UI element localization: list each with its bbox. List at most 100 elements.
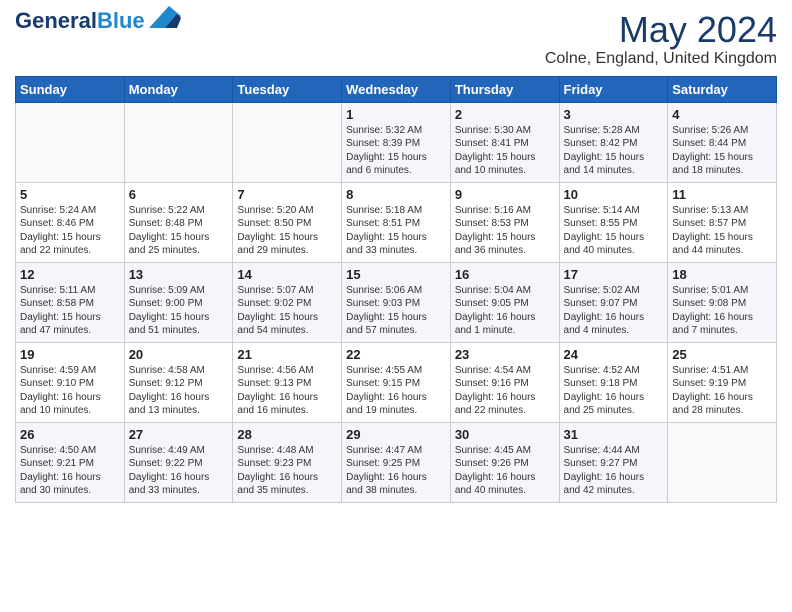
calendar-cell — [16, 102, 125, 182]
day-info: Sunrise: 4:56 AMSunset: 9:13 PMDaylight:… — [237, 364, 337, 418]
logo-text: GeneralBlue — [15, 10, 145, 32]
day-number: 1 — [346, 107, 446, 122]
calendar-week-2: 5 Sunrise: 5:24 AMSunset: 8:46 PMDaylight… — [16, 182, 777, 262]
calendar-cell: 9Sunrise: 5:16 AMSunset: 8:53 PMDaylight… — [450, 182, 559, 262]
header-row: Sunday Monday Tuesday Wednesday Thursday… — [16, 76, 777, 102]
day-number: 9 — [455, 187, 555, 202]
day-info: Sunrise: 5:04 AMSunset: 9:05 PMDaylight:… — [455, 284, 555, 338]
day-number: 24 — [564, 347, 664, 362]
col-saturday: Saturday — [668, 76, 777, 102]
calendar-cell: 27 Sunrise: 4:49 AMSunset: 9:22 PMDayligh… — [124, 422, 233, 502]
day-info: Sunrise: 4:59 AMSunset: 9:10 PMDaylight:… — [20, 364, 120, 418]
day-info: Sunrise: 4:58 AMSunset: 9:12 PMDaylight:… — [129, 364, 229, 418]
page: GeneralBlue May 2024 Colne, England, Uni… — [0, 0, 792, 518]
day-info: Sunrise: 4:51 AMSunset: 9:19 PMDaylight:… — [672, 364, 772, 418]
calendar-cell: 20Sunrise: 4:58 AMSunset: 9:12 PMDayligh… — [124, 342, 233, 422]
day-number: 5 — [20, 187, 120, 202]
day-number: 29 — [346, 427, 446, 442]
calendar-cell — [124, 102, 233, 182]
day-number: 17 — [564, 267, 664, 282]
day-info: Sunrise: 4:48 AMSunset: 9:23 PMDaylight:… — [237, 444, 337, 498]
day-info: Sunrise: 5:22 AMSunset: 8:48 PMDaylight:… — [129, 204, 229, 258]
day-number: 23 — [455, 347, 555, 362]
day-info: Sunrise: 5:20 AMSunset: 8:50 PMDaylight:… — [237, 204, 337, 258]
day-number: 28 — [237, 427, 337, 442]
day-info: Sunrise: 5:28 AMSunset: 8:42 PMDaylight:… — [564, 124, 664, 178]
calendar-cell: 16 Sunrise: 5:04 AMSunset: 9:05 PMDayligh… — [450, 262, 559, 342]
calendar-cell: 3 Sunrise: 5:28 AMSunset: 8:42 PMDaylight… — [559, 102, 668, 182]
day-number: 21 — [237, 347, 337, 362]
location: Colne, England, United Kingdom — [545, 50, 777, 68]
col-thursday: Thursday — [450, 76, 559, 102]
calendar-cell: 17 Sunrise: 5:02 AMSunset: 9:07 PMDayligh… — [559, 262, 668, 342]
day-info: Sunrise: 5:18 AMSunset: 8:51 PMDaylight:… — [346, 204, 446, 258]
calendar-cell: 6 Sunrise: 5:22 AMSunset: 8:48 PMDaylight… — [124, 182, 233, 262]
day-number: 14 — [237, 267, 337, 282]
day-info: Sunrise: 5:32 AMSunset: 8:39 PMDaylight:… — [346, 124, 446, 178]
calendar-cell: 10 Sunrise: 5:14 AMSunset: 8:55 PMDayligh… — [559, 182, 668, 262]
day-info: Sunrise: 4:49 AMSunset: 9:22 PMDaylight:… — [129, 444, 229, 498]
calendar-cell: 29 Sunrise: 4:47 AMSunset: 9:25 PMDayligh… — [342, 422, 451, 502]
day-number: 11 — [672, 187, 772, 202]
calendar-cell: 1 Sunrise: 5:32 AMSunset: 8:39 PMDaylight… — [342, 102, 451, 182]
calendar-cell — [233, 102, 342, 182]
calendar-table: Sunday Monday Tuesday Wednesday Thursday… — [15, 76, 777, 503]
calendar-cell: 25 Sunrise: 4:51 AMSunset: 9:19 PMDayligh… — [668, 342, 777, 422]
day-number: 10 — [564, 187, 664, 202]
col-friday: Friday — [559, 76, 668, 102]
calendar-cell: 2Sunrise: 5:30 AMSunset: 8:41 PMDaylight… — [450, 102, 559, 182]
day-number: 19 — [20, 347, 120, 362]
day-number: 3 — [564, 107, 664, 122]
calendar-cell: 5 Sunrise: 5:24 AMSunset: 8:46 PMDaylight… — [16, 182, 125, 262]
calendar-cell: 28 Sunrise: 4:48 AMSunset: 9:23 PMDayligh… — [233, 422, 342, 502]
day-number: 8 — [346, 187, 446, 202]
calendar-cell: 26Sunrise: 4:50 AMSunset: 9:21 PMDayligh… — [16, 422, 125, 502]
day-info: Sunrise: 4:44 AMSunset: 9:27 PMDaylight:… — [564, 444, 664, 498]
day-info: Sunrise: 5:09 AMSunset: 9:00 PMDaylight:… — [129, 284, 229, 338]
day-number: 16 — [455, 267, 555, 282]
day-info: Sunrise: 5:11 AMSunset: 8:58 PMDaylight:… — [20, 284, 120, 338]
day-info: Sunrise: 5:24 AMSunset: 8:46 PMDaylight:… — [20, 204, 120, 258]
day-number: 22 — [346, 347, 446, 362]
day-number: 25 — [672, 347, 772, 362]
month-year: May 2024 — [545, 10, 777, 50]
day-number: 6 — [129, 187, 229, 202]
day-info: Sunrise: 5:07 AMSunset: 9:02 PMDaylight:… — [237, 284, 337, 338]
calendar-cell: 19 Sunrise: 4:59 AMSunset: 9:10 PMDayligh… — [16, 342, 125, 422]
calendar-cell: 24 Sunrise: 4:52 AMSunset: 9:18 PMDayligh… — [559, 342, 668, 422]
title-block: May 2024 Colne, England, United Kingdom — [545, 10, 777, 68]
calendar-cell: 30 Sunrise: 4:45 AMSunset: 9:26 PMDayligh… — [450, 422, 559, 502]
logo: GeneralBlue — [15, 10, 181, 32]
calendar-week-1: 1 Sunrise: 5:32 AMSunset: 8:39 PMDaylight… — [16, 102, 777, 182]
calendar-cell: 23 Sunrise: 4:54 AMSunset: 9:16 PMDayligh… — [450, 342, 559, 422]
logo-icon — [149, 6, 181, 28]
calendar-cell — [668, 422, 777, 502]
day-number: 15 — [346, 267, 446, 282]
day-info: Sunrise: 4:54 AMSunset: 9:16 PMDaylight:… — [455, 364, 555, 418]
col-wednesday: Wednesday — [342, 76, 451, 102]
day-info: Sunrise: 4:55 AMSunset: 9:15 PMDaylight:… — [346, 364, 446, 418]
calendar-cell: 11Sunrise: 5:13 AMSunset: 8:57 PMDayligh… — [668, 182, 777, 262]
day-number: 27 — [129, 427, 229, 442]
day-number: 18 — [672, 267, 772, 282]
day-info: Sunrise: 4:45 AMSunset: 9:26 PMDaylight:… — [455, 444, 555, 498]
day-number: 4 — [672, 107, 772, 122]
calendar-cell: 14 Sunrise: 5:07 AMSunset: 9:02 PMDayligh… — [233, 262, 342, 342]
calendar-cell: 15Sunrise: 5:06 AMSunset: 9:03 PMDayligh… — [342, 262, 451, 342]
calendar-week-5: 26Sunrise: 4:50 AMSunset: 9:21 PMDayligh… — [16, 422, 777, 502]
calendar-cell: 4Sunrise: 5:26 AMSunset: 8:44 PMDaylight… — [668, 102, 777, 182]
calendar-cell: 7Sunrise: 5:20 AMSunset: 8:50 PMDaylight… — [233, 182, 342, 262]
calendar-cell: 18Sunrise: 5:01 AMSunset: 9:08 PMDayligh… — [668, 262, 777, 342]
day-info: Sunrise: 4:47 AMSunset: 9:25 PMDaylight:… — [346, 444, 446, 498]
day-info: Sunrise: 5:02 AMSunset: 9:07 PMDaylight:… — [564, 284, 664, 338]
day-info: Sunrise: 5:14 AMSunset: 8:55 PMDaylight:… — [564, 204, 664, 258]
calendar-week-3: 12 Sunrise: 5:11 AMSunset: 8:58 PMDayligh… — [16, 262, 777, 342]
col-tuesday: Tuesday — [233, 76, 342, 102]
day-number: 30 — [455, 427, 555, 442]
day-number: 12 — [20, 267, 120, 282]
day-number: 31 — [564, 427, 664, 442]
day-info: Sunrise: 4:52 AMSunset: 9:18 PMDaylight:… — [564, 364, 664, 418]
day-info: Sunrise: 4:50 AMSunset: 9:21 PMDaylight:… — [20, 444, 120, 498]
day-number: 2 — [455, 107, 555, 122]
calendar-cell: 13Sunrise: 5:09 AMSunset: 9:00 PMDayligh… — [124, 262, 233, 342]
